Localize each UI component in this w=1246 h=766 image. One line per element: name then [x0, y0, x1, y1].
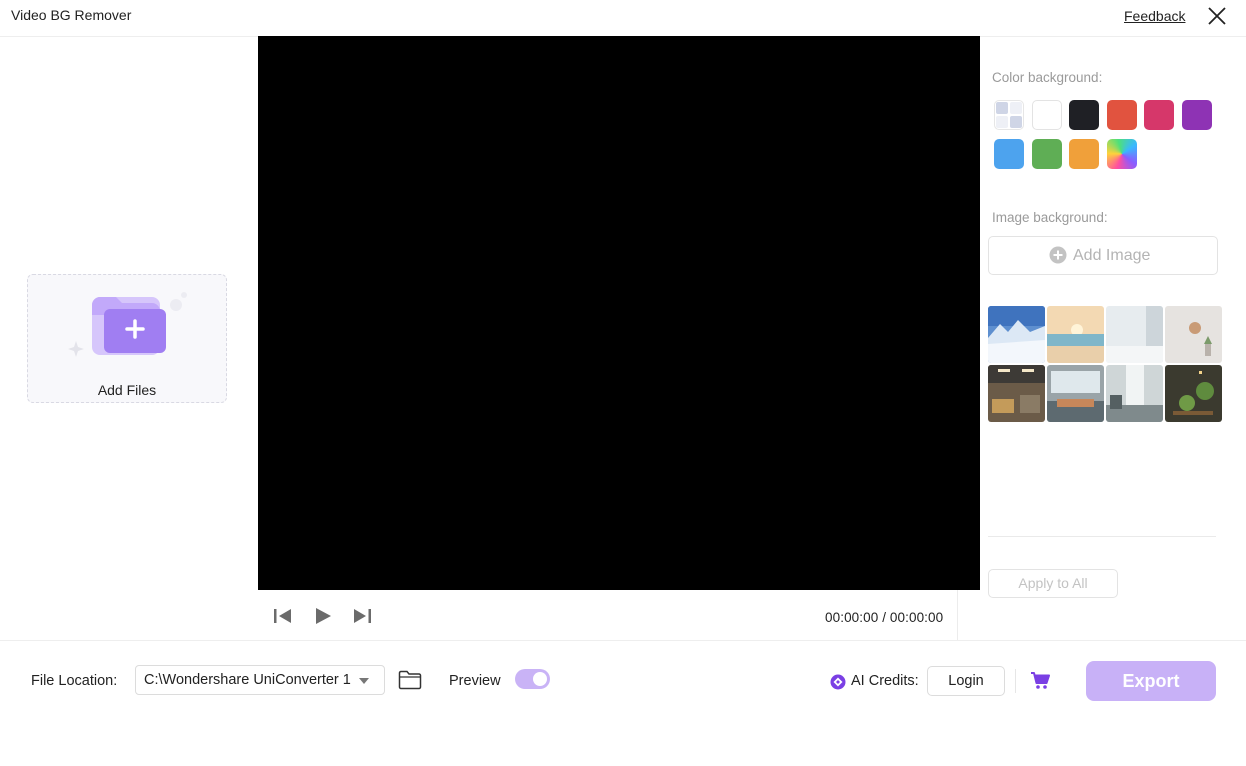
close-button[interactable] — [1204, 3, 1230, 29]
plus-circle-icon — [1049, 246, 1067, 264]
title-bar: Video BG Remover Feedback — [0, 0, 1246, 36]
file-location-select[interactable]: C:\Wondershare UniConverter 1 — [135, 665, 385, 695]
swatch-green[interactable] — [1032, 139, 1062, 169]
preview-toggle[interactable] — [515, 669, 550, 689]
export-button[interactable]: Export — [1086, 661, 1216, 701]
thumbnail-beige-wall[interactable] — [1165, 306, 1222, 363]
panel-divider — [988, 536, 1216, 537]
playback-controls: 00:00:00 / 00:00:00 — [258, 590, 958, 640]
ai-credits-label: AI Credits: — [851, 673, 919, 689]
swatch-blue[interactable] — [994, 139, 1024, 169]
swatch-red[interactable] — [1107, 100, 1137, 130]
file-panel: Add Files — [0, 36, 258, 640]
cart-icon[interactable] — [1030, 671, 1051, 690]
play-icon[interactable] — [314, 607, 332, 625]
swatch-custom-color[interactable] — [1107, 139, 1137, 169]
swatch-purple[interactable] — [1182, 100, 1212, 130]
add-image-button[interactable]: Add Image — [988, 236, 1218, 275]
add-files-button[interactable]: Add Files — [27, 274, 227, 403]
apply-to-all-button[interactable]: Apply to All — [988, 569, 1118, 598]
thumbnail-mountain-snow[interactable] — [988, 306, 1045, 363]
swatch-transparent[interactable] — [994, 100, 1024, 130]
bottom-bar: File Location: C:\Wondershare UniConvert… — [0, 640, 1246, 766]
login-button[interactable]: Login — [927, 666, 1005, 696]
thumbnail-white-room[interactable] — [1106, 306, 1163, 363]
background-panel: Color background: Image background: Add … — [980, 36, 1246, 640]
folder-plus-icon — [68, 292, 187, 357]
add-image-label: Add Image — [1073, 247, 1151, 264]
file-location-value: C:\Wondershare UniConverter 1 — [144, 672, 351, 688]
ai-credits-icon — [830, 674, 846, 690]
video-bg-remover-window: Video BG Remover Feedback Add Files 00:0… — [0, 0, 1246, 766]
thumbnail-bright-office[interactable] — [1106, 365, 1163, 422]
thumbnail-plant-shelf[interactable] — [1165, 365, 1222, 422]
swatch-black[interactable] — [1069, 100, 1099, 130]
next-frame-icon[interactable] — [352, 607, 372, 625]
close-icon — [1208, 7, 1226, 25]
swatch-orange[interactable] — [1069, 139, 1099, 169]
feedback-link[interactable]: Feedback — [1124, 8, 1185, 24]
thumbnail-meeting-room[interactable] — [1047, 365, 1104, 422]
swatch-white[interactable] — [1032, 100, 1062, 130]
time-display: 00:00:00 / 00:00:00 — [825, 610, 944, 625]
toggle-knob — [533, 672, 547, 686]
add-files-label: Add Files — [97, 382, 157, 398]
thumbnail-office-lounge[interactable] — [988, 365, 1045, 422]
open-folder-icon[interactable] — [398, 670, 422, 690]
thumbnail-beach-sunset[interactable] — [1047, 306, 1104, 363]
previous-frame-icon[interactable] — [273, 607, 293, 625]
video-preview — [258, 36, 980, 590]
preview-label: Preview — [449, 673, 501, 689]
toolbar-separator — [1015, 669, 1016, 693]
swatch-pink[interactable] — [1144, 100, 1174, 130]
file-location-label: File Location: — [31, 673, 118, 689]
transparency-grid-icon — [996, 102, 1022, 128]
image-background-label: Image background: — [992, 210, 1108, 225]
app-title: Video BG Remover — [11, 7, 132, 23]
chevron-down-icon — [359, 678, 369, 684]
color-background-label: Color background: — [992, 70, 1103, 85]
